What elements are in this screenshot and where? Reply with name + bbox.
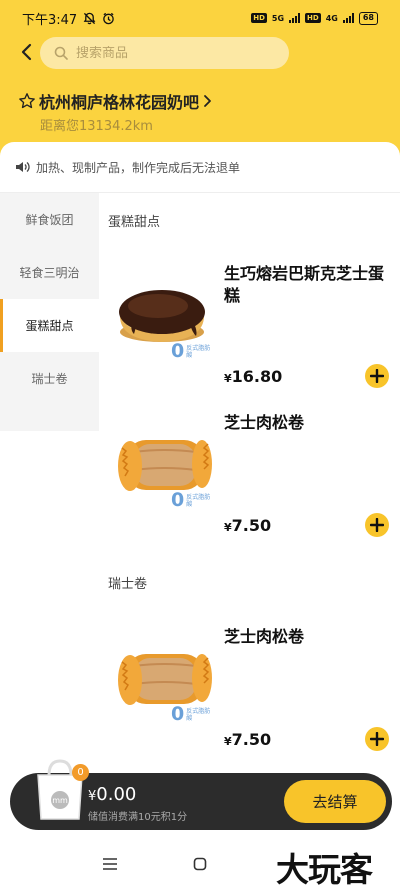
plus-icon [370, 369, 384, 383]
home-square-icon [193, 857, 207, 871]
svg-text:mm: mm [52, 796, 68, 805]
search-bar[interactable] [40, 37, 289, 69]
trans-fat-badge: 0 反式脂肪酸 [171, 340, 211, 362]
product-name[interactable]: 生巧熔岩巴斯克芝士蛋糕 [224, 263, 394, 307]
sidebar-item-label: 鲜食饭团 [25, 213, 74, 227]
sidebar-item-cakes[interactable]: 蛋糕甜点 [0, 299, 99, 352]
nav-menu-button[interactable] [99, 853, 121, 875]
sidebar-item-rice-balls[interactable]: 鲜食饭团 [0, 193, 99, 246]
sidebar-item-sandwiches[interactable]: 轻食三明治 [0, 246, 99, 299]
alarm-clock-icon [103, 12, 114, 24]
network-type-2: 4G [325, 13, 338, 23]
mute-bell-icon [83, 12, 96, 24]
add-to-cart-button[interactable] [365, 727, 389, 751]
menu-lines-icon [103, 858, 117, 870]
cart-total: ¥0.00 [88, 784, 137, 805]
signal-icon [289, 13, 301, 23]
chevron-left-icon [21, 43, 32, 61]
add-to-cart-button[interactable] [365, 513, 389, 537]
nav-home-button[interactable] [189, 853, 211, 875]
star-outline-icon[interactable] [18, 92, 36, 110]
notice-text: 加热、现制产品，制作完成后无法退单 [36, 160, 241, 175]
sidebar-item-label: 蛋糕甜点 [25, 319, 74, 333]
cart-points-hint: 储值消费满10元积1分 [88, 812, 188, 823]
section-title: 蛋糕甜点 [108, 215, 161, 230]
checkout-button[interactable]: 去结算 [284, 780, 386, 823]
status-bar: 下午3:47 HD 5G HD 4G 68 [0, 0, 400, 36]
store-selector[interactable]: 杭州桐庐格林花园奶吧 [18, 89, 212, 113]
add-to-cart-button[interactable] [365, 364, 389, 388]
chevron-right-icon [204, 95, 211, 107]
notice-bar: 加热、现制产品，制作完成后无法退单 [0, 142, 400, 192]
product-name[interactable]: 芝士肉松卷 [224, 626, 394, 648]
speaker-icon [16, 162, 30, 172]
plus-icon [370, 518, 384, 532]
trans-fat-badge: 0 反式脂肪酸 [171, 489, 211, 511]
product-price: ¥16.80 [224, 367, 283, 386]
product-name[interactable]: 芝士肉松卷 [224, 412, 394, 434]
sidebar-item-label: 轻食三明治 [19, 266, 80, 280]
battery-level: 68 [358, 11, 378, 25]
plus-icon [370, 732, 384, 746]
search-input[interactable] [76, 45, 266, 61]
section-title: 瑞士卷 [108, 577, 148, 592]
sidebar-item-label: 瑞士卷 [31, 372, 68, 386]
hd-badge-2: HD [305, 13, 321, 23]
store-distance: 距离您13134.2km [40, 119, 153, 134]
network-type: 5G [271, 13, 285, 23]
search-icon [54, 46, 68, 60]
store-name: 杭州桐庐格林花园奶吧 [39, 93, 200, 112]
cart-count-badge: 0 [72, 764, 89, 781]
status-time: 下午3:47 [22, 12, 78, 28]
hd-badge: HD [251, 13, 267, 23]
watermark-logo: 大玩客 [276, 850, 373, 889]
trans-fat-badge: 0 反式脂肪酸 [171, 703, 211, 725]
signal-icon-2 [342, 13, 354, 23]
back-button[interactable] [16, 40, 36, 64]
product-price: ¥7.50 [224, 516, 272, 535]
sidebar-item-swiss-rolls[interactable]: 瑞士卷 [0, 352, 99, 405]
product-price: ¥7.50 [224, 730, 272, 749]
